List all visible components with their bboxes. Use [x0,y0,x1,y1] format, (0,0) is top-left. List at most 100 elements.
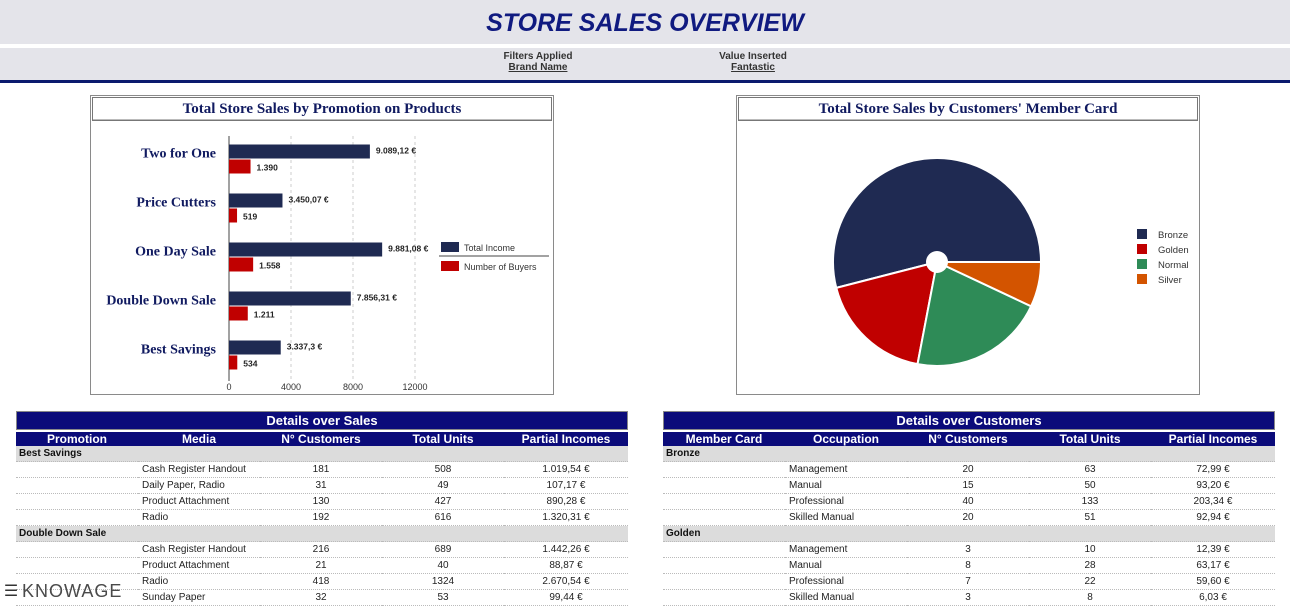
category-label: Double Down Sale [106,294,216,309]
table-cell: 40 [382,557,504,574]
table-cell [16,557,138,574]
table-cell: 50 [1029,477,1151,494]
table-row: Radio 192 616 1.320,31 € [16,509,628,526]
table-cell: 216 [260,541,382,558]
table-cell: 20 [907,461,1029,478]
column-header[interactable]: Total Units [1029,432,1151,446]
income-bar [229,242,383,257]
pie-center-hole [926,251,948,273]
knowage-logo: KNOWAGE [22,580,123,601]
filter-bar: Filters Applied Brand Name Value Inserte… [0,48,1290,83]
legend-label: Normal [1158,260,1189,271]
member-chart-title: Total Store Sales by Customers' Member C… [738,97,1198,121]
table-cell [663,589,785,606]
data-label: 7.856,31 € [357,293,397,303]
customers-details-table: Member Card Occupation N° Customers Total U… [663,432,1275,606]
table-cell: 107,17 € [504,477,628,494]
legend-swatch [441,242,459,252]
table-cell [663,557,785,574]
group-row: Double Down Sale [16,525,628,542]
table-row: Cash Register Handout 181 508 1.019,54 € [16,461,628,478]
table-cell: 3 [907,589,1029,606]
promotion-bar-chart: 0 4000 8000 12000 Two for One 9.089,12 € 1.390… [106,136,549,392]
column-header[interactable]: N° Customers [907,432,1029,446]
table-cell: 20 [907,509,1029,526]
table-cell: 31 [260,477,382,494]
column-header[interactable]: Partial Incomes [504,432,628,446]
hamburger-menu-icon[interactable]: ☰ [0,581,22,601]
table-cell: 418 [260,573,382,590]
table-cell: 6,03 € [1151,589,1275,606]
column-header[interactable]: Media [138,432,260,446]
table-row: Skilled Manual 3 8 6,03 € [663,589,1275,606]
table-cell: 72,99 € [1151,461,1275,478]
group-label: Double Down Sale [16,525,628,542]
column-header[interactable]: N° Customers [260,432,382,446]
table-cell [663,573,785,590]
table-cell: 93,20 € [1151,477,1275,494]
buyers-bar [229,306,248,321]
table-cell [663,461,785,478]
category-label: Best Savings [141,343,217,358]
footer-logo: ☰ KNOWAGE [0,577,122,605]
member-chart-panel: Bronze Golden Normal Silver Total Store Sal… [736,95,1200,395]
table-cell: 12,39 € [1151,541,1275,558]
category-label: Price Cutters [136,196,216,211]
table-cell: 8 [1029,589,1151,606]
table-cell: 1.442,26 € [504,541,628,558]
x-tick-label: 4000 [281,382,301,392]
group-row: Bronze [663,446,1275,462]
table-cell [663,541,785,558]
table-cell: 1.019,54 € [504,461,628,478]
table-cell: Radio [138,573,260,590]
table-cell: 181 [260,461,382,478]
income-bar [229,291,351,306]
buyers-bar [229,208,238,223]
table-cell: 203,34 € [1151,493,1275,510]
title-bar: STORE SALES OVERVIEW [0,0,1290,44]
column-header[interactable]: Promotion [16,432,138,446]
data-label: 534 [243,359,257,369]
page-title: STORE SALES OVERVIEW [486,9,804,37]
table-cell: 130 [260,493,382,510]
filter-applied-value[interactable]: Brand Name [463,62,613,73]
table-cell: 21 [260,557,382,574]
legend-swatch [1137,244,1147,254]
table-cell: 32 [260,589,382,606]
table-cell: Skilled Manual [785,509,907,526]
data-label: 9.881,08 € [388,244,428,254]
table-cell [16,461,138,478]
table-cell: 51 [1029,509,1151,526]
data-label: 1.211 [254,310,275,320]
buyers-bar [229,257,254,272]
column-header[interactable]: Partial Incomes [1151,432,1275,446]
category-label: Two for One [141,147,216,162]
table-cell: Management [785,461,907,478]
data-label: 9.089,12 € [376,146,416,156]
table-row: Management 20 63 72,99 € [663,461,1275,478]
promotion-chart-panel: 0 4000 8000 12000 Two for One 9.089,12 € 1.390… [90,95,554,395]
column-header[interactable]: Member Card [663,432,785,446]
x-tick-label: 12000 [402,382,427,392]
table-cell: Professional [785,493,907,510]
table-cell: 15 [907,477,1029,494]
group-row: Golden [663,525,1275,542]
legend-swatch [441,261,459,271]
table-cell: Manual [785,477,907,494]
column-header[interactable]: Total Units [382,432,504,446]
value-inserted-value[interactable]: Fantastic [678,62,828,73]
table-cell: 59,60 € [1151,573,1275,590]
table-cell: Sunday Paper [138,589,260,606]
table-cell: 8 [907,557,1029,574]
table-cell: 92,94 € [1151,509,1275,526]
table-cell: 99,44 € [504,589,628,606]
table-row: Professional 40 133 203,34 € [663,493,1275,510]
value-inserted: Value Inserted Fantastic [678,51,828,73]
buyers-bar [229,355,238,370]
table-cell [663,509,785,526]
table-cell: Manual [785,557,907,574]
data-label: 519 [243,212,257,222]
group-label: Best Savings [16,446,628,462]
column-header[interactable]: Occupation [785,432,907,446]
table-cell: 22 [1029,573,1151,590]
